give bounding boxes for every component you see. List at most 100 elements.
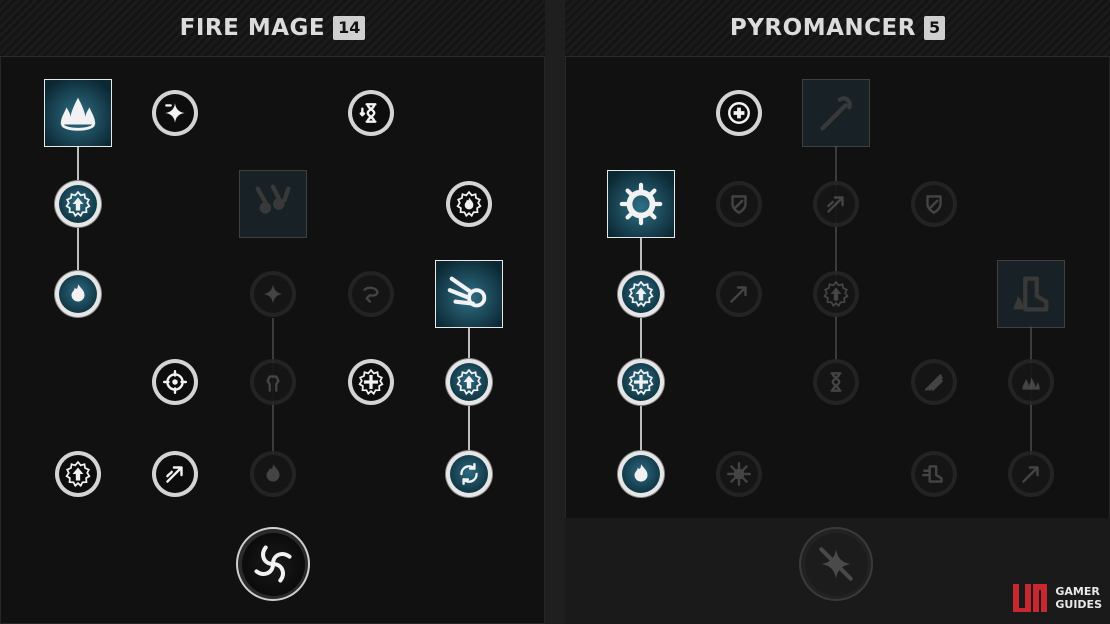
skill-node-py-r0c1[interactable]	[716, 90, 762, 136]
skill-node-disc	[351, 274, 391, 314]
skill-node-py-r3c2[interactable]	[813, 359, 859, 405]
skill-node-disc	[914, 362, 954, 402]
skill-node-disc	[58, 274, 98, 314]
skill-node-py-r4c3[interactable]	[911, 451, 957, 497]
arrow-up-badge-icon	[65, 191, 91, 217]
skill-node-fm-r3c1[interactable]	[152, 359, 198, 405]
slash-spark-icon	[819, 547, 853, 581]
skill-node-disc	[449, 362, 489, 402]
spiked-orb-icon	[726, 461, 752, 487]
skill-node-disc	[155, 362, 195, 402]
dash-boot-icon	[921, 465, 943, 483]
fire-mage-level-badge: 14	[333, 16, 366, 40]
swirl-arrow-icon	[363, 286, 379, 303]
skill-node-py-r2c2[interactable]	[813, 271, 859, 317]
skill-node-disc	[719, 93, 759, 133]
skill-node-py-r2c4[interactable]	[997, 260, 1065, 328]
arrow-up-badge-icon	[823, 281, 849, 307]
watermark-line1: GAMER	[1055, 585, 1100, 598]
arrow-up-badge-icon	[65, 461, 91, 487]
skill-node-py-r4c1[interactable]	[716, 451, 762, 497]
skill-node-disc	[719, 274, 759, 314]
skill-node-py-r1c2[interactable]	[813, 181, 859, 227]
skill-node-fm-r0c3[interactable]	[348, 90, 394, 136]
skill-node-fm-r1c4[interactable]	[446, 181, 492, 227]
flame-burst-icon	[71, 284, 85, 302]
skill-node-py-r1c0[interactable]	[607, 170, 675, 238]
fire-mage-title: FIRE MAGE	[179, 15, 326, 41]
skull-burst-icon	[266, 464, 280, 482]
skill-node-py-r4c4[interactable]	[1008, 451, 1054, 497]
skill-node-fm-r2c4[interactable]	[435, 260, 503, 328]
gamer-guides-logo-icon	[1013, 584, 1048, 612]
leaf-shield-icon	[731, 195, 747, 214]
cycle-arrows-icon	[460, 463, 478, 485]
skill-node-disc	[155, 454, 195, 494]
fire-staff-icon	[820, 96, 852, 131]
skill-node-py-r3c3[interactable]	[911, 359, 957, 405]
skill-node-py-r1c3[interactable]	[911, 181, 957, 227]
fire-arrow-icon	[166, 466, 183, 483]
skill-node-disc	[914, 184, 954, 224]
skill-node-fm-r0c1[interactable]	[152, 90, 198, 136]
fire-burst-icon	[60, 97, 96, 131]
vortex-icon	[254, 545, 292, 583]
link-py-c0-r1-r4	[640, 236, 642, 458]
skill-node-fm-r3c4[interactable]	[446, 359, 492, 405]
skill-node-py-r0c2[interactable]	[802, 79, 870, 147]
skill-node-disc	[253, 274, 293, 314]
pyromancer-title: PYROMANCER	[729, 15, 916, 41]
plus-badge-icon	[628, 369, 654, 395]
skill-node-fm-r1c2[interactable]	[239, 170, 307, 238]
skill-node-disc	[621, 362, 661, 402]
arrow-up-badge-icon	[456, 369, 482, 395]
skill-node-fm-r1c0[interactable]	[55, 181, 101, 227]
meteor-shower-icon	[255, 184, 291, 214]
flame-boot-icon	[1013, 276, 1049, 312]
plus-shield-icon	[728, 102, 750, 124]
hourglass-icon	[830, 372, 842, 392]
skill-node-fm-r2c0[interactable]	[55, 271, 101, 317]
twin-flame-icon	[634, 464, 648, 482]
skill-node-py-r3c0[interactable]	[618, 359, 664, 405]
skill-node-fm-ult[interactable]	[238, 529, 308, 599]
fist-burst-icon	[266, 375, 280, 392]
skill-node-disc	[816, 184, 856, 224]
arrow-diagonal-icon	[1022, 466, 1039, 483]
skill-node-fm-r2c2[interactable]	[250, 271, 296, 317]
skill-node-fm-r0c0[interactable]	[44, 79, 112, 147]
skill-node-fm-r4c4[interactable]	[446, 451, 492, 497]
spark-icon	[263, 284, 283, 304]
skill-node-disc	[1011, 362, 1051, 402]
skill-node-disc	[155, 93, 195, 133]
skill-node-disc	[804, 532, 868, 596]
skill-node-py-r3c4[interactable]	[1008, 359, 1054, 405]
skill-node-py-r4c0[interactable]	[618, 451, 664, 497]
pyromancer-level-badge: 5	[923, 16, 946, 40]
skill-node-py-ult[interactable]	[801, 529, 871, 599]
skill-node-py-r1c1[interactable]	[716, 181, 762, 227]
skill-node-disc	[449, 184, 489, 224]
crosshair-icon	[162, 369, 188, 395]
skill-node-fm-r4c2[interactable]	[250, 451, 296, 497]
fire-arrow-icon	[827, 196, 844, 213]
gamer-guides-watermark: GAMER GUIDES	[1011, 580, 1102, 616]
skill-node-disc	[58, 454, 98, 494]
watermark-line2: GUIDES	[1055, 598, 1102, 611]
skill-node-disc	[241, 532, 305, 596]
skill-node-py-r2c1[interactable]	[716, 271, 762, 317]
skill-node-fm-r3c2[interactable]	[250, 359, 296, 405]
skill-node-fm-r4c1[interactable]	[152, 451, 198, 497]
link-py-c2-r0-r3	[835, 146, 837, 360]
skill-node-disc	[351, 362, 391, 402]
skill-node-fm-r2c3[interactable]	[348, 271, 394, 317]
plus-badge-icon	[358, 369, 384, 395]
skill-node-disc	[914, 454, 954, 494]
skill-node-disc	[621, 274, 661, 314]
skill-node-fm-r4c0[interactable]	[55, 451, 101, 497]
skill-node-py-r2c0[interactable]	[618, 271, 664, 317]
skill-node-disc	[253, 454, 293, 494]
claw-icon	[925, 374, 943, 391]
skill-node-fm-r3c3[interactable]	[348, 359, 394, 405]
sun-leaf-icon	[926, 195, 942, 214]
